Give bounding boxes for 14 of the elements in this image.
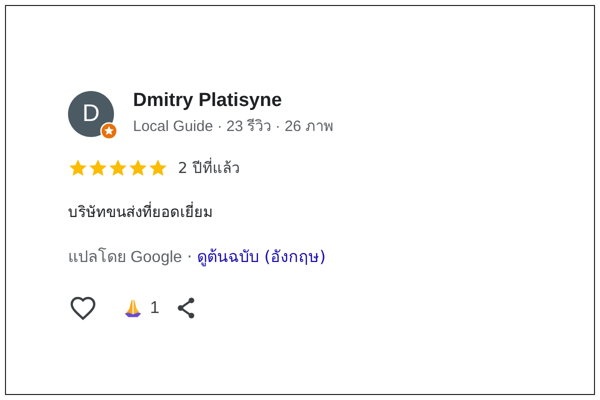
- star-icon: [108, 158, 128, 178]
- star-icon: [148, 158, 168, 178]
- review-time: 2 ปีที่แล้ว: [178, 156, 240, 179]
- star-icon: [128, 158, 148, 178]
- star-icon: [88, 158, 108, 178]
- review-text: บริษัทขนส่งที่ยอดเยี่ยม: [68, 200, 214, 223]
- reviewer-name[interactable]: Dmitry Platisyne: [133, 90, 334, 112]
- reaction-count: 1: [150, 298, 160, 318]
- star-icon: [68, 158, 88, 178]
- see-original-link[interactable]: ดูต้นฉบับ (อังกฤษ): [197, 244, 326, 269]
- translation-label: แปลโดย Google: [68, 246, 182, 268]
- separator: ·: [187, 247, 192, 266]
- avatar-initial: D: [82, 100, 100, 128]
- reviewer-meta: Local Guide · 23 รีวิว · 26 ภาพ: [133, 117, 334, 137]
